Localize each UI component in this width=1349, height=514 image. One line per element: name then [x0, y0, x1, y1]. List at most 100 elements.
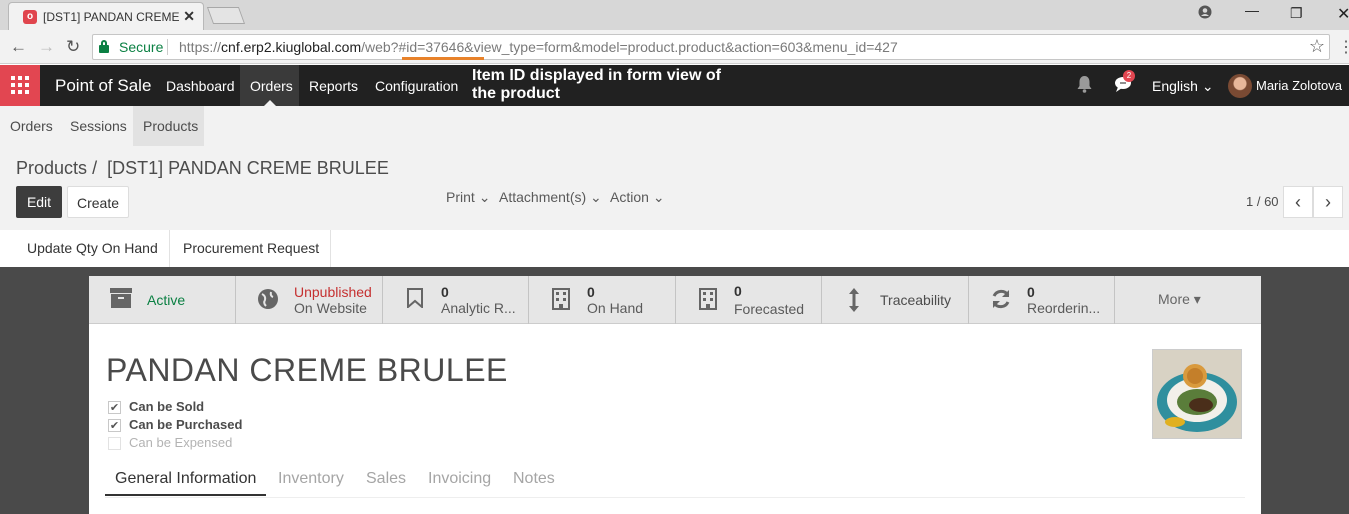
tab-sales[interactable]: Sales	[366, 470, 406, 488]
app-title: Point of Sale	[55, 76, 152, 95]
profile-icon[interactable]	[1198, 5, 1212, 22]
apps-menu-button[interactable]	[0, 65, 40, 106]
on-hand-button[interactable]: 0 On Hand	[529, 276, 676, 324]
sub-navbar: Orders Sessions Products	[0, 106, 1349, 146]
create-button[interactable]: Create	[67, 186, 129, 218]
chevron-down-icon: ⌄	[652, 189, 665, 205]
can-be-purchased-checkbox[interactable]: ✔	[108, 419, 121, 432]
chevron-down-icon: ⌄	[1201, 78, 1214, 94]
reordering-label: Reorderin...	[1027, 300, 1101, 316]
archive-icon	[109, 288, 133, 312]
procurement-request-button[interactable]: Procurement Request	[172, 230, 332, 267]
edit-button[interactable]: Edit	[16, 186, 62, 218]
odoo-favicon-icon: o	[23, 10, 37, 24]
print-dropdown[interactable]: Print ⌄	[446, 189, 490, 206]
browser-menu-icon[interactable]: ⋮	[1338, 37, 1349, 57]
bookmark-icon	[403, 288, 427, 312]
tab-notes[interactable]: Notes	[513, 470, 555, 488]
action-dropdown[interactable]: Action ⌄	[610, 189, 665, 206]
secure-label: Secure	[119, 39, 164, 55]
caret-down-icon: ▾	[1193, 291, 1201, 307]
product-name: PANDAN CREME BRULEE	[106, 352, 508, 388]
can-be-expensed-checkbox[interactable]	[108, 437, 121, 450]
subnav-sessions[interactable]: Sessions	[70, 118, 127, 134]
forecasted-count: 0	[734, 283, 742, 299]
breadcrumb-products[interactable]: Products	[16, 158, 87, 178]
avatar[interactable]	[1228, 74, 1252, 98]
tab-invoicing[interactable]: Invoicing	[428, 470, 491, 488]
menu-reports[interactable]: Reports	[309, 78, 358, 94]
can-be-purchased-label: Can be Purchased	[129, 417, 243, 432]
update-qty-button[interactable]: Update Qty On Hand	[16, 230, 170, 267]
product-image[interactable]	[1152, 349, 1242, 439]
globe-icon	[256, 288, 280, 312]
pager-next-button[interactable]: ›	[1313, 186, 1343, 218]
form-header: Update Qty On Hand Procurement Request	[0, 230, 1349, 267]
analytic-button[interactable]: 0 Analytic R...	[383, 276, 529, 324]
id-highlight-underline	[402, 57, 484, 60]
traceability-button[interactable]: Traceability	[822, 276, 969, 324]
close-tab-icon[interactable]: ✕	[183, 8, 195, 25]
user-menu[interactable]: Maria Zolotova	[1256, 78, 1342, 93]
chat-badge: 2	[1123, 70, 1135, 82]
breadcrumb-current: [DST1] PANDAN CREME BRULEE	[107, 158, 389, 178]
chevron-left-icon: ‹	[1295, 192, 1301, 212]
active-tab-underline	[105, 494, 266, 496]
forecasted-label: Forecasted	[734, 301, 805, 317]
more-button[interactable]: More ▾	[1115, 276, 1261, 324]
website-publish-button[interactable]: Unpublished On Website	[236, 276, 383, 324]
browser-tab-title: [DST1] PANDAN CREME B	[43, 10, 183, 24]
unpublished-label: Unpublished	[294, 284, 372, 300]
breadcrumb-separator: /	[92, 158, 98, 178]
reload-icon[interactable]: ↻	[66, 37, 80, 57]
more-label: More	[1158, 291, 1190, 307]
forward-icon[interactable]: →	[38, 37, 55, 57]
button-box: Active Unpublished On Website 0 Analytic…	[89, 276, 1261, 324]
reordering-count: 0	[1027, 284, 1035, 300]
can-be-sold-label: Can be Sold	[129, 399, 205, 414]
subnav-orders[interactable]: Orders	[10, 118, 53, 134]
menu-orders[interactable]: Orders	[250, 78, 293, 94]
language-selector[interactable]: English ⌄	[1152, 78, 1214, 95]
chevron-right-icon: ›	[1325, 192, 1331, 212]
traceability-label: Traceability	[880, 292, 952, 308]
pager-value: 1 / 60	[1246, 194, 1279, 209]
apps-grid-icon	[11, 76, 29, 94]
analytic-label: Analytic R...	[441, 300, 516, 316]
minimize-icon[interactable]: —	[1245, 2, 1259, 18]
pager-previous-button[interactable]: ‹	[1283, 186, 1313, 218]
menu-dashboard[interactable]: Dashboard	[166, 78, 235, 94]
analytic-count: 0	[441, 284, 449, 300]
can-be-sold-checkbox[interactable]: ✔	[108, 401, 121, 414]
bell-icon[interactable]	[1076, 75, 1093, 98]
chevron-down-icon: ⌄	[478, 189, 491, 205]
bookmark-star-icon[interactable]: ☆	[1309, 36, 1325, 57]
can-be-expensed-label: Can be Expensed	[129, 435, 233, 450]
browser-tab[interactable]: o [DST1] PANDAN CREME B ✕	[8, 2, 204, 30]
breadcrumb: Products / [DST1] PANDAN CREME BRULEE	[16, 158, 389, 179]
annotation-callout: Item ID displayed in form view of the pr…	[472, 67, 721, 102]
reordering-button[interactable]: 0 Reorderin...	[969, 276, 1115, 324]
notebook-tabs: General Information Inventory Sales Invo…	[105, 466, 1245, 498]
on-hand-label: On Hand	[587, 300, 644, 316]
close-window-icon[interactable]: ✕	[1337, 4, 1349, 24]
restore-icon[interactable]: ❐	[1290, 5, 1303, 22]
menu-configuration[interactable]: Configuration	[375, 78, 458, 94]
active-label: Active	[147, 292, 186, 308]
active-toggle-button[interactable]: Active	[89, 276, 236, 324]
browser-tabstrip: o [DST1] PANDAN CREME B ✕ — ❐ ✕	[0, 0, 1349, 30]
vertical-arrows-icon	[842, 288, 866, 312]
tab-inventory[interactable]: Inventory	[278, 470, 344, 488]
chevron-down-icon: ⌄	[590, 189, 602, 205]
attachments-dropdown[interactable]: Attachment(s) ⌄	[499, 189, 602, 206]
subnav-products[interactable]: Products	[143, 118, 198, 134]
forecasted-button[interactable]: 0 Forecasted	[676, 276, 822, 324]
new-tab-button[interactable]	[206, 7, 246, 24]
url-text: https://cnf.erp2.kiuglobal.com/web?#id=3…	[179, 39, 898, 55]
tab-general-information[interactable]: General Information	[115, 470, 256, 488]
building-icon	[696, 288, 720, 312]
back-icon[interactable]: ←	[10, 37, 27, 57]
lock-icon	[99, 40, 109, 53]
address-bar[interactable]: Secure https://cnf.erp2.kiuglobal.com/we…	[92, 34, 1330, 60]
building-icon	[549, 288, 573, 312]
